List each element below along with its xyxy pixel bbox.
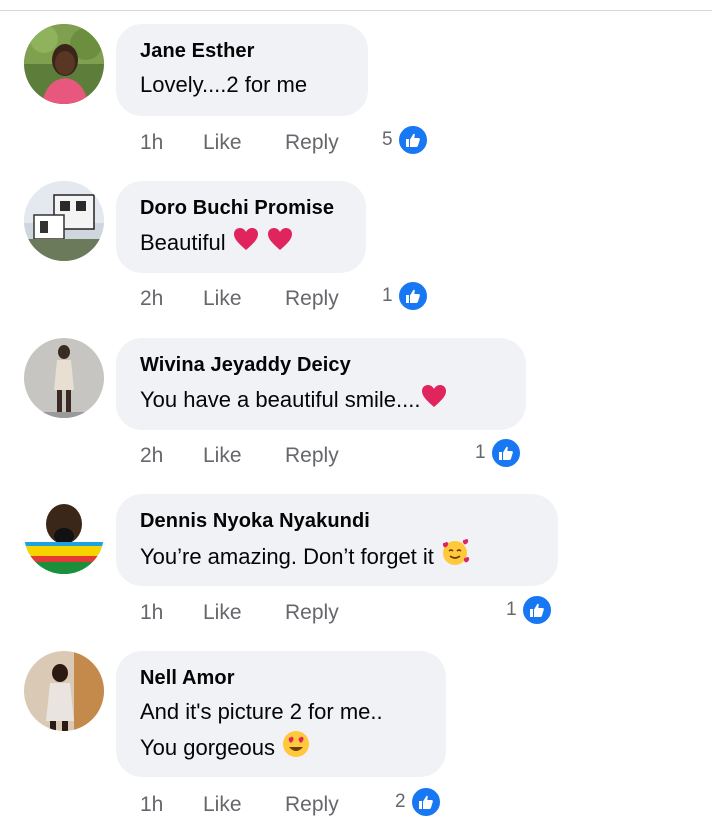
comment-bubble: Wivina Jeyaddy Deicy You have a beautifu… — [116, 338, 526, 430]
comment-bubble: Jane Esther Lovely....2 for me — [116, 24, 368, 116]
reaction-summary[interactable]: 1 — [475, 436, 522, 470]
reply-button[interactable]: Reply — [285, 598, 339, 628]
reaction-summary[interactable]: 1 — [506, 593, 553, 627]
commenter-name[interactable]: Dennis Nyoka Nyakundi — [140, 508, 534, 534]
comment-bubble: Doro Buchi Promise Beautiful — [116, 181, 366, 273]
thumbs-up-icon — [409, 786, 442, 818]
reply-button[interactable]: Reply — [285, 441, 339, 471]
comment-text: You have a beautiful smile.... — [140, 382, 502, 420]
avatar[interactable] — [24, 181, 104, 261]
comment-bubble: Dennis Nyoka Nyakundi You’re amazing. Do… — [116, 494, 558, 586]
comment-text: Lovely....2 for me — [140, 68, 344, 102]
timestamp[interactable]: 1h — [140, 790, 163, 820]
comment-line: Beautiful — [140, 229, 226, 255]
comment-text: You’re amazing. Don’t forget it — [140, 538, 534, 578]
commenter-name[interactable]: Doro Buchi Promise — [140, 195, 342, 221]
timestamp[interactable]: 2h — [140, 284, 163, 314]
red-heart-emoji — [232, 225, 260, 263]
comment-line: You’re amazing. Don’t forget it — [140, 543, 434, 569]
reaction-summary[interactable]: 2 — [395, 785, 442, 819]
avatar[interactable] — [24, 651, 104, 731]
reaction-summary[interactable]: 1 — [382, 279, 429, 313]
timestamp[interactable]: 2h — [140, 441, 163, 471]
commenter-name[interactable]: Jane Esther — [140, 38, 344, 64]
thumbs-up-icon — [396, 280, 429, 312]
reaction-count: 1 — [475, 442, 486, 463]
reply-button[interactable]: Reply — [285, 128, 339, 158]
commenter-name[interactable]: Nell Amor — [140, 665, 422, 691]
thumbs-up-icon — [489, 437, 522, 469]
comment-text: Beautiful — [140, 225, 342, 263]
comment-bubble: Nell Amor And it's picture 2 for me.. Yo… — [116, 651, 446, 777]
reply-button[interactable]: Reply — [285, 790, 339, 820]
comment-line: You gorgeous — [140, 734, 275, 760]
thumbs-up-icon — [396, 124, 429, 156]
like-button[interactable]: Like — [203, 790, 242, 820]
like-button[interactable]: Like — [203, 284, 242, 314]
commenter-name[interactable]: Wivina Jeyaddy Deicy — [140, 352, 502, 378]
red-heart-emoji — [266, 225, 294, 263]
timestamp[interactable]: 1h — [140, 598, 163, 628]
like-button[interactable]: Like — [203, 441, 242, 471]
reaction-count: 2 — [395, 791, 406, 812]
reaction-count: 1 — [506, 599, 517, 620]
smiling-face-with-heart-eyes-emoji — [281, 729, 311, 769]
comment-line: Lovely....2 for me — [140, 72, 308, 97]
divider — [0, 10, 712, 11]
like-button[interactable]: Like — [203, 598, 242, 628]
comment-line: You have a beautiful smile.... — [140, 386, 421, 412]
reaction-count: 1 — [382, 285, 393, 306]
avatar[interactable] — [24, 24, 104, 104]
reaction-summary[interactable]: 5 — [382, 123, 429, 157]
avatar[interactable] — [24, 494, 104, 574]
comment-line: And it's picture 2 for me.. — [140, 699, 383, 724]
reaction-count: 5 — [382, 129, 393, 150]
avatar[interactable] — [24, 338, 104, 418]
timestamp[interactable]: 1h — [140, 128, 163, 158]
smiling-face-with-hearts-emoji — [440, 538, 470, 578]
red-heart-emoji — [420, 382, 448, 420]
comment-text: And it's picture 2 for me.. You gorgeous — [140, 695, 422, 769]
thumbs-up-icon — [520, 594, 553, 626]
like-button[interactable]: Like — [203, 128, 242, 158]
reply-button[interactable]: Reply — [285, 284, 339, 314]
